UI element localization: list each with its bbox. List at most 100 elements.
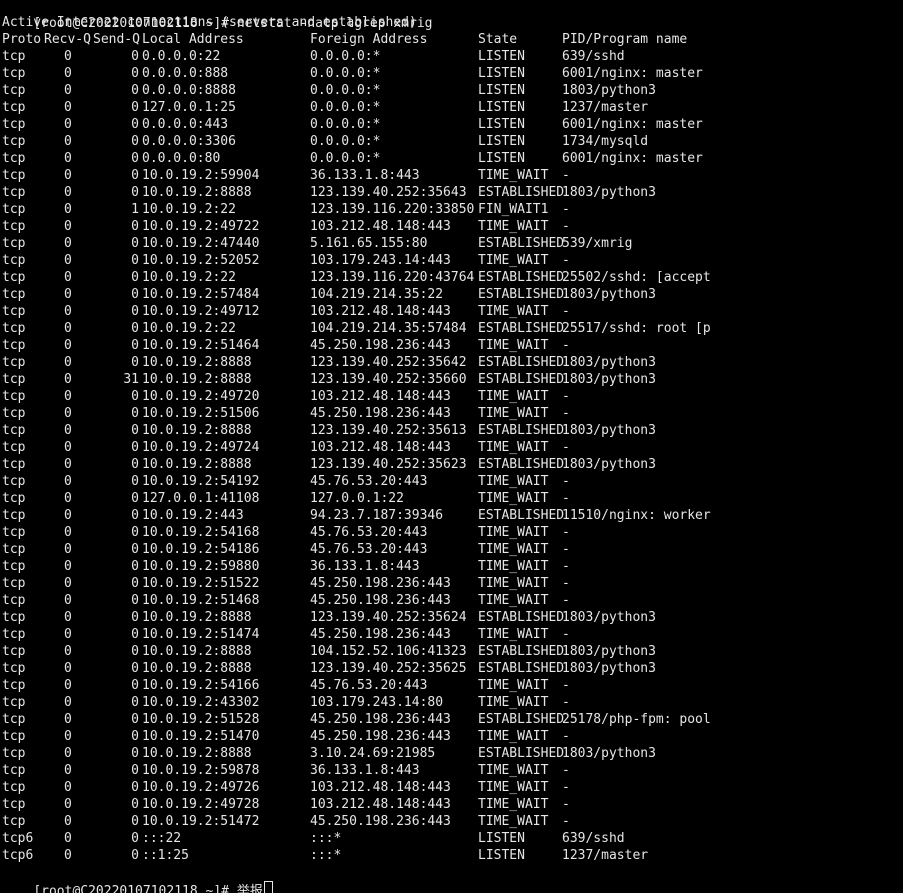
cell-proto: tcp xyxy=(2,219,26,234)
cell-send-q: 0 xyxy=(131,440,139,455)
cell-proto: tcp xyxy=(2,678,26,693)
terminal-window[interactable]: [root@C20220107102118 ~]# netstat -natp … xyxy=(0,0,903,893)
cell-state: TIME_WAIT xyxy=(478,440,549,455)
cell-recv-q: 0 xyxy=(64,236,72,251)
cell-state: TIME_WAIT xyxy=(478,814,549,829)
cell-pid-program: 1803/python3 xyxy=(562,661,656,676)
cell-pid-program: - xyxy=(562,593,570,608)
cell-foreign-address: 94.23.7.187:39346 xyxy=(310,508,444,523)
cell-foreign-address: 123.139.116.220:33850 xyxy=(310,202,475,217)
cell-send-q: 31 xyxy=(123,372,139,387)
cell-recv-q: 0 xyxy=(64,219,72,234)
cell-proto: tcp xyxy=(2,321,26,336)
cell-state: ESTABLISHED xyxy=(478,746,565,761)
cell-pid-program: 1803/python3 xyxy=(562,83,656,98)
cell-pid-program: 539/xmrig xyxy=(562,236,633,251)
cell-proto: tcp xyxy=(2,253,26,268)
cell-foreign-address: 0.0.0.0:* xyxy=(310,66,381,81)
cell-pid-program: 11510/nginx: worker xyxy=(562,508,711,523)
cell-pid-program: - xyxy=(562,389,570,404)
cell-proto: tcp xyxy=(2,644,26,659)
cell-foreign-address: 0.0.0.0:* xyxy=(310,49,381,64)
cell-state: LISTEN xyxy=(478,848,525,863)
cell-recv-q: 0 xyxy=(64,797,72,812)
cell-send-q: 0 xyxy=(131,695,139,710)
cell-recv-q: 0 xyxy=(64,406,72,421)
cell-pid-program: - xyxy=(562,253,570,268)
cell-recv-q: 0 xyxy=(64,270,72,285)
cell-foreign-address: 45.76.53.20:443 xyxy=(310,525,428,540)
cell-foreign-address: 5.161.65.155:80 xyxy=(310,236,428,251)
cell-proto: tcp xyxy=(2,100,26,115)
cell-proto: tcp xyxy=(2,66,26,81)
cell-state: TIME_WAIT xyxy=(478,525,549,540)
cell-send-q: 0 xyxy=(131,814,139,829)
cell-send-q: 0 xyxy=(131,304,139,319)
cell-foreign-address: 103.179.243.14:443 xyxy=(310,253,451,268)
cell-state: ESTABLISHED xyxy=(478,372,565,387)
cell-send-q: 0 xyxy=(131,661,139,676)
cell-foreign-address: 127.0.0.1:22 xyxy=(310,491,404,506)
cell-recv-q: 0 xyxy=(64,644,72,659)
cell-send-q: 0 xyxy=(131,389,139,404)
cell-proto: tcp xyxy=(2,593,26,608)
cell-proto: tcp xyxy=(2,814,26,829)
cell-recv-q: 0 xyxy=(64,151,72,166)
cell-proto: tcp6 xyxy=(2,831,34,846)
cell-proto: tcp xyxy=(2,729,26,744)
cell-proto: tcp xyxy=(2,117,26,132)
cell-local-address: 10.0.19.2:8888 xyxy=(142,457,252,472)
cell-pid-program: 6001/nginx: master xyxy=(562,117,703,132)
cell-local-address: 0.0.0.0:888 xyxy=(142,66,229,81)
cell-send-q: 0 xyxy=(131,712,139,727)
cell-local-address: 0.0.0.0:22 xyxy=(142,49,221,64)
cell-send-q: 0 xyxy=(131,321,139,336)
cell-pid-program: 1237/master xyxy=(562,100,649,115)
cell-foreign-address: 45.250.198.236:443 xyxy=(310,712,451,727)
cell-local-address: 10.0.19.2:51470 xyxy=(142,729,260,744)
cell-local-address: 10.0.19.2:8888 xyxy=(142,185,252,200)
cell-recv-q: 0 xyxy=(64,627,72,642)
cell-local-address: 10.0.19.2:8888 xyxy=(142,746,252,761)
cell-send-q: 0 xyxy=(131,525,139,540)
cell-send-q: 0 xyxy=(131,49,139,64)
cell-send-q: 0 xyxy=(131,270,139,285)
cell-local-address: 10.0.19.2:51528 xyxy=(142,712,260,727)
cell-local-address: 10.0.19.2:49724 xyxy=(142,440,260,455)
cell-proto: tcp xyxy=(2,508,26,523)
cell-recv-q: 0 xyxy=(64,304,72,319)
cell-recv-q: 0 xyxy=(64,763,72,778)
cell-proto: tcp xyxy=(2,610,26,625)
cell-send-q: 0 xyxy=(131,746,139,761)
cell-proto: tcp xyxy=(2,746,26,761)
column-header-recv-q: Recv-Q xyxy=(44,32,91,47)
cell-state: TIME_WAIT xyxy=(478,338,549,353)
cell-foreign-address: :::* xyxy=(310,831,342,846)
cell-local-address: 127.0.0.1:41108 xyxy=(142,491,260,506)
cell-pid-program: 639/sshd xyxy=(562,49,625,64)
cell-foreign-address: 45.250.198.236:443 xyxy=(310,576,451,591)
cell-send-q: 0 xyxy=(131,729,139,744)
cell-state: TIME_WAIT xyxy=(478,168,549,183)
cell-local-address: 10.0.19.2:54192 xyxy=(142,474,260,489)
cell-local-address: 10.0.19.2:59880 xyxy=(142,559,260,574)
cell-recv-q: 0 xyxy=(64,610,72,625)
shell-prompt: [root@C20220107102118 ~]# xyxy=(33,884,229,893)
cell-pid-program: - xyxy=(562,338,570,353)
cell-proto: tcp xyxy=(2,661,26,676)
cell-send-q: 0 xyxy=(131,117,139,132)
cell-state: TIME_WAIT xyxy=(478,389,549,404)
cell-local-address: 10.0.19.2:51464 xyxy=(142,338,260,353)
cell-recv-q: 0 xyxy=(64,831,72,846)
cell-state: TIME_WAIT xyxy=(478,474,549,489)
cell-proto: tcp xyxy=(2,151,26,166)
cell-foreign-address: 45.250.198.236:443 xyxy=(310,406,451,421)
cell-send-q: 0 xyxy=(131,236,139,251)
cell-foreign-address: 103.212.48.148:443 xyxy=(310,797,451,812)
cell-state: TIME_WAIT xyxy=(478,780,549,795)
cell-local-address: 10.0.19.2:52052 xyxy=(142,253,260,268)
cell-local-address: ::1:25 xyxy=(142,848,189,863)
cell-foreign-address: 123.139.40.252:35642 xyxy=(310,355,467,370)
final-prompt-line[interactable]: [root@C20220107102118 ~]# 举报 xyxy=(2,864,273,893)
cell-state: LISTEN xyxy=(478,134,525,149)
